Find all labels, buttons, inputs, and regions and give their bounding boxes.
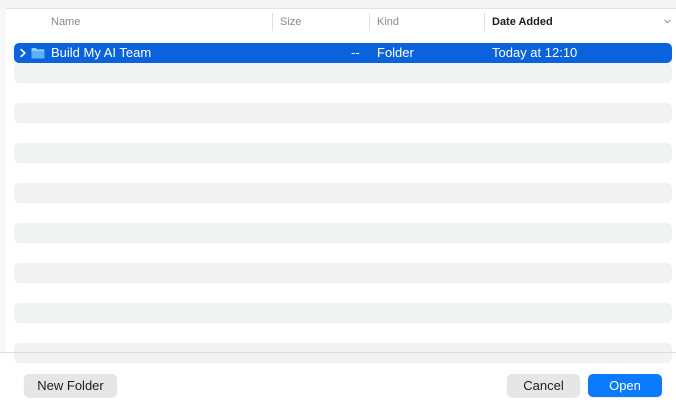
empty-row (14, 263, 672, 283)
empty-row (14, 163, 672, 183)
table-row[interactable]: Build My AI Team -- Folder Today at 12:1… (14, 43, 672, 63)
left-edge (0, 8, 6, 352)
chevron-down-icon[interactable] (664, 18, 671, 25)
empty-row (14, 83, 672, 103)
column-header-date-added[interactable]: Date Added (492, 9, 553, 35)
column-header-name[interactable]: Name (51, 9, 80, 35)
empty-row (14, 183, 672, 203)
cancel-button[interactable]: Cancel (507, 374, 580, 397)
open-file-dialog: Name Size Kind Date Added Build My AI Te… (0, 0, 676, 412)
new-folder-button[interactable]: New Folder (24, 374, 117, 397)
empty-row (14, 143, 672, 163)
row-size: -- (351, 45, 360, 60)
column-header-kind[interactable]: Kind (377, 9, 399, 35)
open-button[interactable]: Open (588, 374, 662, 397)
column-divider[interactable] (369, 13, 370, 31)
empty-row (14, 283, 672, 303)
empty-row (14, 103, 672, 123)
empty-row (14, 343, 672, 363)
row-date-added: Today at 12:10 (492, 45, 578, 60)
disclosure-triangle-icon[interactable] (19, 48, 27, 58)
empty-row (14, 323, 672, 343)
empty-row (14, 63, 672, 83)
empty-row (14, 243, 672, 263)
footer-divider (0, 352, 676, 353)
column-divider[interactable] (272, 13, 273, 31)
row-kind: Folder (377, 45, 414, 60)
row-name: Build My AI Team (51, 45, 152, 60)
empty-row (14, 223, 672, 243)
file-list[interactable]: Build My AI Team -- Folder Today at 12:1… (14, 43, 672, 383)
empty-row (14, 303, 672, 323)
column-header-size[interactable]: Size (280, 9, 301, 35)
top-edge (0, 0, 676, 9)
column-divider[interactable] (484, 13, 485, 31)
empty-row (14, 123, 672, 143)
column-header-bar: Name Size Kind Date Added (6, 9, 676, 35)
empty-row (14, 203, 672, 223)
folder-icon (31, 48, 45, 59)
